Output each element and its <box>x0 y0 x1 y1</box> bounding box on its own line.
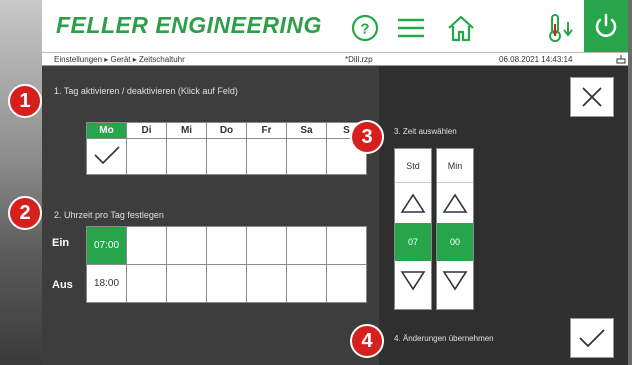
on-time-di[interactable] <box>126 226 167 265</box>
time-table: 07:00 18:00 <box>86 226 367 303</box>
on-time-mo[interactable]: 07:00 <box>86 226 127 265</box>
home-icon[interactable] <box>445 12 477 44</box>
off-time-di[interactable] <box>126 264 167 303</box>
on-time-sa[interactable] <box>286 226 327 265</box>
datetime: 06.08.2021 14:43:14 <box>499 55 573 64</box>
day-toggle-row <box>86 138 367 175</box>
power-icon <box>595 13 617 37</box>
step-badge-4: 4 <box>350 324 384 358</box>
off-time-do[interactable] <box>206 264 247 303</box>
thermometer-icon[interactable] <box>544 12 576 44</box>
day-selector-table: Mo Di Mi Do Fr Sa S <box>86 122 367 175</box>
arrow-down-icon <box>400 271 426 291</box>
minute-up-button[interactable] <box>437 183 473 223</box>
day-toggle-mi[interactable] <box>166 138 207 175</box>
brand-logo: FELLER ENGINEERING <box>56 12 322 38</box>
day-toggle-do[interactable] <box>206 138 247 175</box>
background-left <box>0 0 42 365</box>
check-icon <box>579 329 605 348</box>
day-header-row: Mo Di Mi Do Fr Sa S <box>86 122 367 139</box>
check-icon <box>93 146 120 165</box>
day-header-di: Di <box>126 122 167 139</box>
minute-spinner: Min 00 <box>436 148 474 310</box>
network-icon <box>616 54 626 66</box>
minute-value: 00 <box>437 223 473 261</box>
arrow-up-icon <box>400 193 426 213</box>
day-toggle-sa[interactable] <box>286 138 327 175</box>
on-time-fr[interactable] <box>246 226 287 265</box>
section2-title: 2. Uhrzeit pro Tag festlegen <box>54 210 164 220</box>
minute-down-button[interactable] <box>437 261 473 301</box>
on-time-row: 07:00 <box>86 226 367 265</box>
timer-content: 1. Tag aktivieren / deaktivieren (Klick … <box>42 66 628 365</box>
svg-text:?: ? <box>360 21 369 38</box>
off-time-fr[interactable] <box>246 264 287 303</box>
hour-value: 07 <box>395 223 431 261</box>
menu-icon[interactable] <box>395 12 427 44</box>
device-screen: FELLER ENGINEERING ? Einstellungen ▸ Ger… <box>42 0 628 365</box>
on-label: Ein <box>52 237 70 249</box>
status-bar: Einstellungen ▸ Gerät ▸ Zeitschaltuhr *D… <box>42 52 628 66</box>
help-icon[interactable]: ? <box>349 12 381 44</box>
project-file: *Dill.rzp <box>345 55 373 64</box>
arrow-down-icon <box>442 271 468 291</box>
off-time-sa[interactable] <box>286 264 327 303</box>
on-time-mi[interactable] <box>166 226 207 265</box>
step-badge-1: 1 <box>8 84 42 118</box>
off-time-row: 18:00 <box>86 264 367 303</box>
arrow-up-icon <box>442 193 468 213</box>
hour-spinner: Std 07 <box>394 148 432 310</box>
off-time-so[interactable] <box>326 264 367 303</box>
day-toggle-fr[interactable] <box>246 138 287 175</box>
hour-up-button[interactable] <box>395 183 431 223</box>
top-bar: FELLER ENGINEERING ? <box>42 0 628 52</box>
apply-button[interactable] <box>570 318 614 358</box>
day-header-mi: Mi <box>166 122 207 139</box>
minute-label: Min <box>437 149 473 183</box>
hour-down-button[interactable] <box>395 261 431 301</box>
on-time-do[interactable] <box>206 226 247 265</box>
off-label: Aus <box>52 279 73 291</box>
section3-title: 3. Zeit auswählen <box>394 127 457 136</box>
section1-title: 1. Tag aktivieren / deaktivieren (Klick … <box>54 86 238 96</box>
day-toggle-di[interactable] <box>126 138 167 175</box>
step-badge-3: 3 <box>350 120 384 154</box>
off-time-mi[interactable] <box>166 264 207 303</box>
hour-label: Std <box>395 149 431 183</box>
day-header-fr: Fr <box>246 122 287 139</box>
close-icon <box>582 87 602 107</box>
day-header-sa: Sa <box>286 122 327 139</box>
on-time-so[interactable] <box>326 226 367 265</box>
day-toggle-mo[interactable] <box>86 138 127 175</box>
breadcrumb: Einstellungen ▸ Gerät ▸ Zeitschaltuhr <box>54 55 185 64</box>
day-header-do: Do <box>206 122 247 139</box>
day-header-mo: Mo <box>86 122 127 139</box>
step-badge-2: 2 <box>8 196 42 230</box>
off-time-mo[interactable]: 18:00 <box>86 264 127 303</box>
power-button[interactable] <box>584 0 628 52</box>
close-button[interactable] <box>570 77 614 117</box>
section4-title: 4. Änderungen übernehmen <box>394 334 494 343</box>
